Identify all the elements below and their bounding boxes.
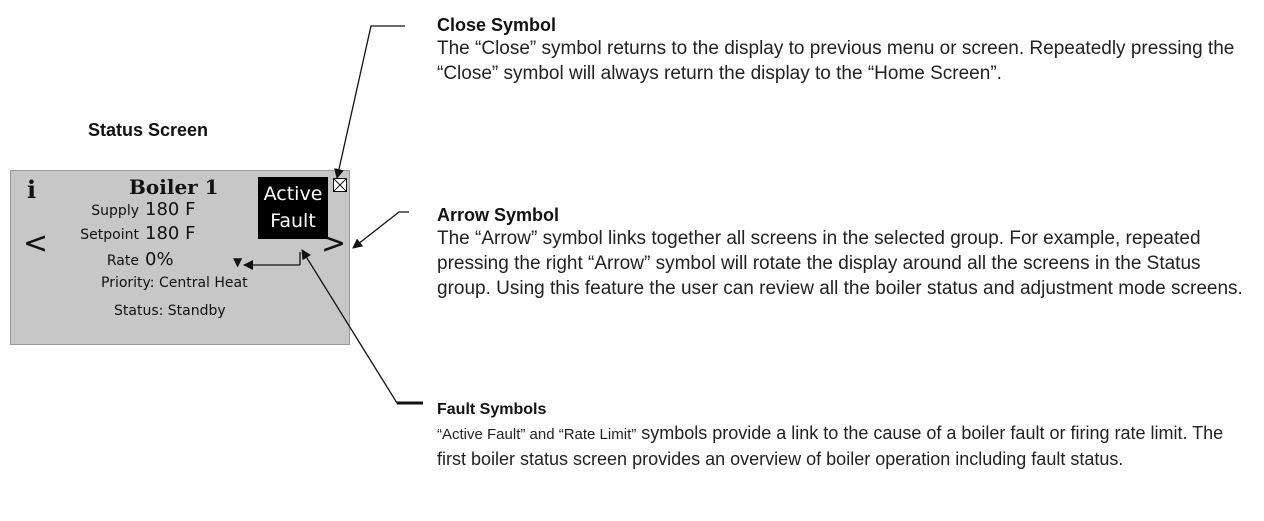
arrow-callout-line — [352, 211, 409, 249]
arrow-symbol-body: The “Arrow” symbol links together all sc… — [437, 228, 1243, 299]
arrow-symbol-title: Arrow Symbol — [437, 205, 560, 225]
close-symbol-title: Close Symbol — [437, 15, 557, 35]
close-callout-line — [334, 25, 405, 179]
arrow-symbol-note: Arrow Symbol The “Arrow” symbol links to… — [437, 204, 1257, 301]
fault-symbols-body: “Active Fault” and “Rate Limit” symbols … — [437, 421, 1257, 471]
fault-symbols-title: Fault Symbols — [437, 401, 547, 418]
close-symbol-note: Close Symbol The “Close” symbol returns … — [437, 14, 1257, 86]
fault-symbols-note: Fault Symbols “Active Fault” and “Rate L… — [437, 399, 1257, 471]
fault-callout-line — [301, 249, 423, 404]
close-symbol-body: The “Close” symbol returns to the displa… — [437, 38, 1235, 84]
fault-symbols-lead: “Active Fault” and “Rate Limit” — [437, 426, 637, 443]
